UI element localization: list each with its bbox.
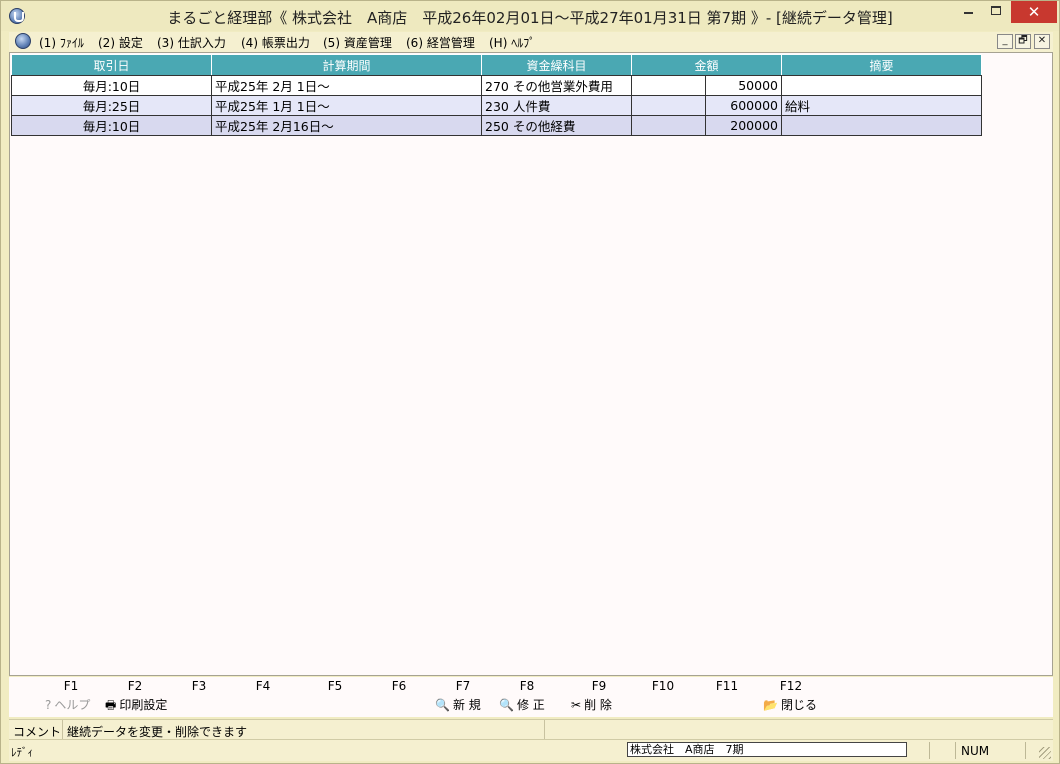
delete-label: 削 除 [584, 698, 612, 712]
cell-amount-prefix [631, 115, 706, 136]
menu-business-management[interactable]: (6) 経営管理 [406, 34, 475, 51]
comment-bar: コメント 継続データを変更・削除できます [9, 719, 1053, 740]
print-settings-button[interactable]: 🖶 印刷設定 [105, 696, 167, 717]
help-label: ヘルプ [54, 698, 91, 712]
fkey-f9: F9 [591, 679, 607, 693]
mdi-restore-button[interactable]: 🗗 [1015, 34, 1031, 49]
column-header-period[interactable]: 計算期間 [211, 54, 482, 76]
maximize-button[interactable] [981, 1, 1011, 23]
close-form-button[interactable]: 📂 閉じる [763, 696, 817, 713]
printer-icon: 🖶 [105, 698, 117, 712]
scissors-icon: ✂ [571, 698, 582, 712]
document-system-icon[interactable] [15, 33, 31, 49]
fkey-f1: F1 [63, 679, 79, 693]
folder-open-icon: 📂 [763, 698, 778, 712]
fkey-f12: F12 [779, 679, 803, 693]
column-header-date[interactable]: 取引日 [11, 54, 212, 76]
print-settings-label: 印刷設定 [119, 698, 168, 712]
comment-label: コメント [13, 725, 62, 739]
column-header-account[interactable]: 資金繰科目 [481, 54, 632, 76]
menu-settings[interactable]: (2) 設定 [98, 34, 143, 51]
help-button[interactable]: ? ヘルプ [45, 696, 90, 713]
cell-period[interactable]: 平成25年 2月16日～ [211, 115, 482, 136]
status-divider [929, 742, 930, 759]
app-window: まるごと経理部《 株式会社 A商店 平成26年02月01日～平成27年01月31… [0, 0, 1060, 764]
close-button[interactable]: ✕ [1011, 1, 1057, 23]
status-ready: ﾚﾃﾞｨ [11, 746, 33, 759]
edit-record-icon: 🔍 [499, 698, 514, 712]
recurring-data-table: 取引日 計算期間 資金繰科目 金額 摘要 毎月:10日 平成25年 2月 1日～… [11, 54, 982, 136]
delete-button[interactable]: ✂ 削 除 [571, 696, 612, 713]
new-record-icon: 🔍 [435, 698, 450, 712]
edit-button[interactable]: 🔍 修 正 [499, 696, 545, 713]
menu-asset-management[interactable]: (5) 資産管理 [323, 34, 392, 51]
column-header-amount[interactable]: 金額 [631, 54, 782, 76]
edit-label: 修 正 [516, 698, 545, 712]
fkey-f3: F3 [191, 679, 207, 693]
new-button[interactable]: 🔍 新 規 [435, 696, 481, 713]
comment-divider [62, 720, 63, 740]
cell-account[interactable]: 250 その他経費 [481, 115, 632, 136]
status-bar: ﾚﾃﾞｨ 株式会社 A商店 7期 NUM [9, 739, 1053, 761]
menu-journal-entry[interactable]: (3) 仕訳入力 [157, 34, 226, 51]
fkey-f11: F11 [715, 679, 739, 693]
menu-bar: (1) ﾌｧｲﾙ (2) 設定 (3) 仕訳入力 (4) 帳票出力 (5) 資産… [9, 32, 1053, 52]
fkey-f7: F7 [455, 679, 471, 693]
cell-amount-prefix [631, 75, 706, 96]
window-title: まるごと経理部《 株式会社 A商店 平成26年02月01日～平成27年01月31… [167, 9, 893, 27]
cell-memo[interactable] [781, 115, 982, 136]
fkey-f2: F2 [127, 679, 143, 693]
cell-memo[interactable]: 給料 [781, 95, 982, 116]
table-row[interactable]: 毎月:10日 平成25年 2月 1日～ 270 その他営業外費用 50000 [11, 75, 982, 96]
status-divider [1025, 742, 1026, 759]
cell-amount[interactable]: 600000 [705, 95, 782, 116]
cell-memo[interactable] [781, 75, 982, 96]
title-bar[interactable]: まるごと経理部《 株式会社 A商店 平成26年02月01日～平成27年01月31… [1, 1, 1059, 31]
mdi-minimize-button[interactable]: _ [997, 34, 1013, 49]
mdi-close-button[interactable]: ✕ [1034, 34, 1050, 49]
close-form-label: 閉じる [780, 698, 817, 712]
cell-amount-prefix [631, 95, 706, 116]
cell-period[interactable]: 平成25年 2月 1日～ [211, 75, 482, 96]
cell-account[interactable]: 270 その他営業外費用 [481, 75, 632, 96]
menu-file[interactable]: (1) ﾌｧｲﾙ [39, 34, 84, 51]
fkey-f6: F6 [391, 679, 407, 693]
status-num-lock: NUM [961, 744, 990, 758]
maximize-icon [991, 6, 1001, 15]
cell-amount[interactable]: 200000 [705, 115, 782, 136]
minimize-button[interactable] [953, 1, 983, 23]
client-area: 取引日 計算期間 資金繰科目 金額 摘要 毎月:10日 平成25年 2月 1日～… [9, 52, 1053, 676]
cell-period[interactable]: 平成25年 1月 1日～ [211, 95, 482, 116]
table-row[interactable]: 毎月:10日 平成25年 2月16日～ 250 その他経費 200000 [11, 115, 982, 136]
fkey-f10: F10 [651, 679, 675, 693]
menu-report-output[interactable]: (4) 帳票出力 [241, 34, 310, 51]
comment-divider [544, 720, 545, 740]
function-key-bar: F1 F2 F3 F4 F5 F6 F7 F8 F9 F10 F11 F12 ?… [9, 677, 1053, 717]
table-row[interactable]: 毎月:25日 平成25年 1月 1日～ 230 人件費 600000 給料 [11, 95, 982, 116]
column-header-memo[interactable]: 摘要 [781, 54, 982, 76]
question-icon: ? [45, 698, 52, 712]
minimize-icon [963, 12, 973, 14]
new-label: 新 規 [452, 698, 481, 712]
table-header-row: 取引日 計算期間 資金繰科目 金額 摘要 [11, 54, 982, 76]
status-divider [955, 742, 956, 759]
fkey-f8: F8 [519, 679, 535, 693]
cell-amount[interactable]: 50000 [705, 75, 782, 96]
fkey-f4: F4 [255, 679, 271, 693]
cell-date[interactable]: 毎月:10日 [11, 75, 212, 96]
cell-date[interactable]: 毎月:10日 [11, 115, 212, 136]
cell-account[interactable]: 230 人件費 [481, 95, 632, 116]
status-company: 株式会社 A商店 7期 [627, 742, 907, 757]
cell-date[interactable]: 毎月:25日 [11, 95, 212, 116]
comment-text: 継続データを変更・削除できます [67, 725, 248, 739]
fkey-f5: F5 [327, 679, 343, 693]
resize-grip-icon[interactable] [1039, 747, 1051, 759]
menu-help[interactable]: (H) ﾍﾙﾌﾟ [489, 34, 535, 51]
